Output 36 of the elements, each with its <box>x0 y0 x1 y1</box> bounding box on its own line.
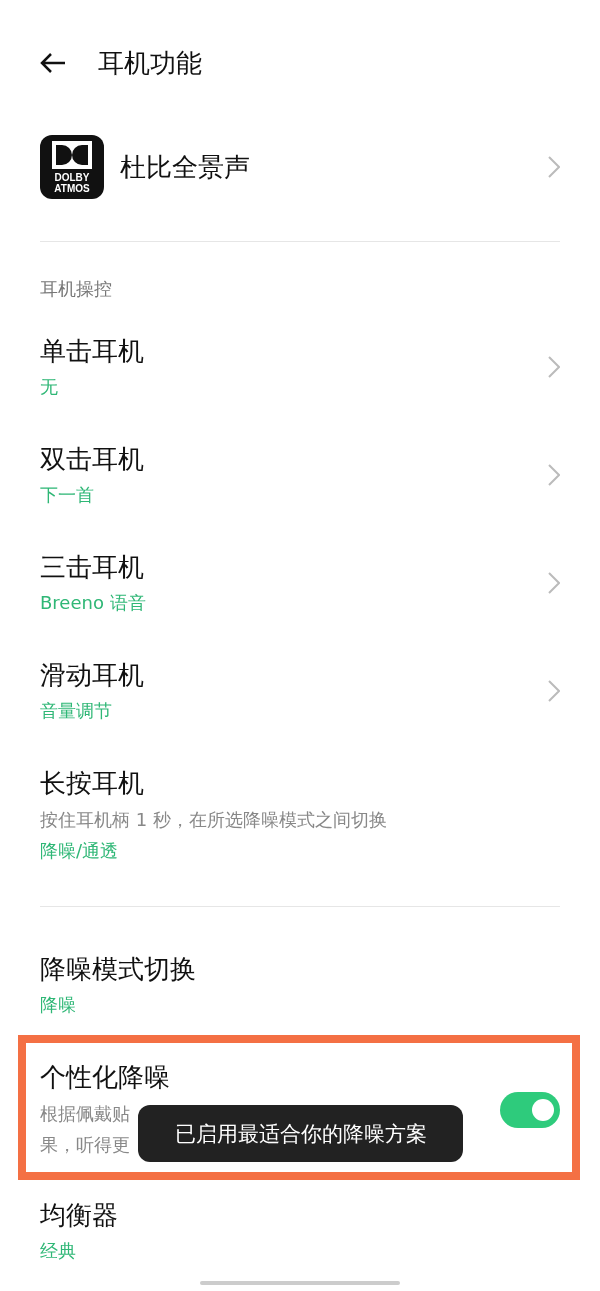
settings-item[interactable]: 双击耳机 下一首 <box>40 442 560 507</box>
chevron-icon <box>548 156 560 178</box>
chevron-icon <box>548 463 560 486</box>
item-description: 按住耳机柄 1 秒，在所选降噪模式之间切换 <box>40 808 387 832</box>
back-icon[interactable] <box>40 53 66 73</box>
item-title: 个性化降噪 <box>40 1061 170 1094</box>
dolby-logo: DOLBY ATMOS <box>40 135 104 199</box>
chevron-icon <box>548 679 560 702</box>
item-value: 无 <box>40 375 58 399</box>
item-value: 音量调节 <box>40 699 112 723</box>
item-title: 单击耳机 <box>40 335 144 368</box>
item-value: 经典 <box>40 1239 76 1263</box>
chevron-icon <box>548 355 560 378</box>
item-value: Breeno 语音 <box>40 591 146 615</box>
item-title: 均衡器 <box>40 1199 118 1232</box>
item-title: 长按耳机 <box>40 767 144 800</box>
item-value: 降噪/通透 <box>40 839 119 863</box>
dolby-atmos-row[interactable]: DOLBY ATMOS 杜比全景声 <box>40 126 560 208</box>
page-title: 耳机功能 <box>98 47 202 80</box>
item-title: 滑动耳机 <box>40 659 144 692</box>
chevron-icon <box>548 571 560 594</box>
settings-item[interactable]: 三击耳机 Breeno 语音 <box>40 550 560 615</box>
settings-item[interactable]: 长按耳机 按住耳机柄 1 秒，在所选降噪模式之间切换 降噪/通透 <box>40 766 560 863</box>
toggle-switch[interactable] <box>500 1092 560 1128</box>
item-value: 降噪 <box>40 993 76 1017</box>
item-title: 双击耳机 <box>40 443 144 476</box>
settings-item[interactable]: 单击耳机 无 <box>40 334 560 399</box>
section-label: 耳机操控 <box>40 277 113 301</box>
item-description: 果，听得更 <box>40 1133 130 1157</box>
item-value: 下一首 <box>40 483 94 507</box>
item-description: 根据佩戴贴 <box>40 1102 130 1126</box>
item-title: 三击耳机 <box>40 551 144 584</box>
settings-item[interactable]: 滑动耳机 音量调节 <box>40 658 560 723</box>
toast-message: 已启用最适合你的降噪方案 <box>138 1105 463 1162</box>
item-title: 降噪模式切换 <box>40 953 196 986</box>
dolby-label: 杜比全景声 <box>120 151 250 184</box>
